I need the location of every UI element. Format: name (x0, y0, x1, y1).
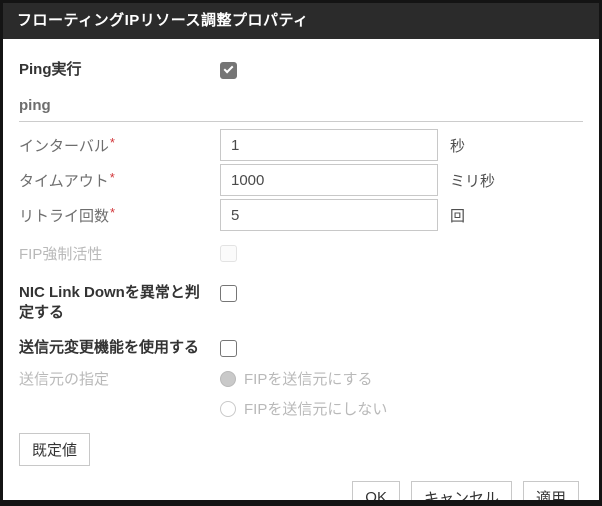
fip-force-row: FIP強制活性 (19, 243, 583, 264)
timeout-unit: ミリ秒 (450, 170, 495, 191)
check-icon (224, 63, 234, 73)
nic-link-down-checkbox[interactable] (220, 285, 237, 302)
interval-unit: 秒 (450, 135, 465, 156)
apply-button[interactable]: 適用 (523, 481, 579, 506)
source-spec-label: 送信元の指定 (19, 368, 220, 389)
retry-unit: 回 (450, 205, 465, 226)
cancel-button[interactable]: キャンセル (411, 481, 512, 506)
required-asterisk: * (110, 205, 115, 220)
nic-link-down-label: NIC Link Downを異常と判定する (19, 283, 220, 323)
interval-row: インターバル* 秒 (19, 129, 583, 161)
source-spec-radio-group: FIPを送信元にする FIPを送信元にしない (220, 368, 387, 419)
required-asterisk: * (110, 170, 115, 185)
source-change-checkbox[interactable] (220, 340, 237, 357)
ping-exec-checkbox[interactable] (220, 62, 237, 79)
radio-icon (220, 401, 236, 417)
interval-label: インターバル* (19, 135, 220, 156)
ping-exec-label: Ping実行 (19, 60, 220, 80)
radio-option-fip-source: FIPを送信元にする (220, 368, 387, 389)
interval-input[interactable] (220, 129, 438, 161)
source-change-row: 送信元変更機能を使用する (19, 338, 583, 358)
ping-group-label: ping (19, 97, 51, 114)
radio-option-label: FIPを送信元にしない (244, 398, 387, 419)
dialog-titlebar: フローティングIPリソース調整プロパティ (3, 3, 599, 39)
nic-link-down-row: NIC Link Downを異常と判定する (19, 283, 583, 323)
radio-icon (220, 371, 236, 387)
required-asterisk: * (110, 135, 115, 150)
default-values-button[interactable]: 既定値 (19, 433, 90, 466)
retry-input[interactable] (220, 199, 438, 231)
dialog-footer: OK キャンセル 適用 (352, 481, 579, 506)
retry-label: リトライ回数* (19, 205, 220, 226)
radio-option-label: FIPを送信元にする (244, 368, 373, 389)
retry-row: リトライ回数* 回 (19, 199, 583, 231)
ok-button[interactable]: OK (352, 481, 400, 506)
timeout-label: タイムアウト* (19, 170, 220, 191)
fip-force-label: FIP強制活性 (19, 243, 220, 264)
ping-exec-row: Ping実行 (19, 60, 583, 80)
source-spec-row: 送信元の指定 FIPを送信元にする FIPを送信元にしない (19, 368, 583, 419)
fip-force-checkbox (220, 245, 237, 262)
floating-ip-properties-dialog: フローティングIPリソース調整プロパティ Ping実行 ping インターバル*… (0, 0, 602, 506)
dialog-title: フローティングIPリソース調整プロパティ (17, 12, 309, 29)
ping-group-heading: ping (19, 97, 583, 122)
source-change-label: 送信元変更機能を使用する (19, 338, 220, 358)
radio-option-fip-not-source: FIPを送信元にしない (220, 398, 387, 419)
timeout-row: タイムアウト* ミリ秒 (19, 164, 583, 196)
dialog-content: Ping実行 ping インターバル* 秒 タイムアウト* ミリ秒 リトライ回数… (3, 60, 599, 506)
timeout-input[interactable] (220, 164, 438, 196)
